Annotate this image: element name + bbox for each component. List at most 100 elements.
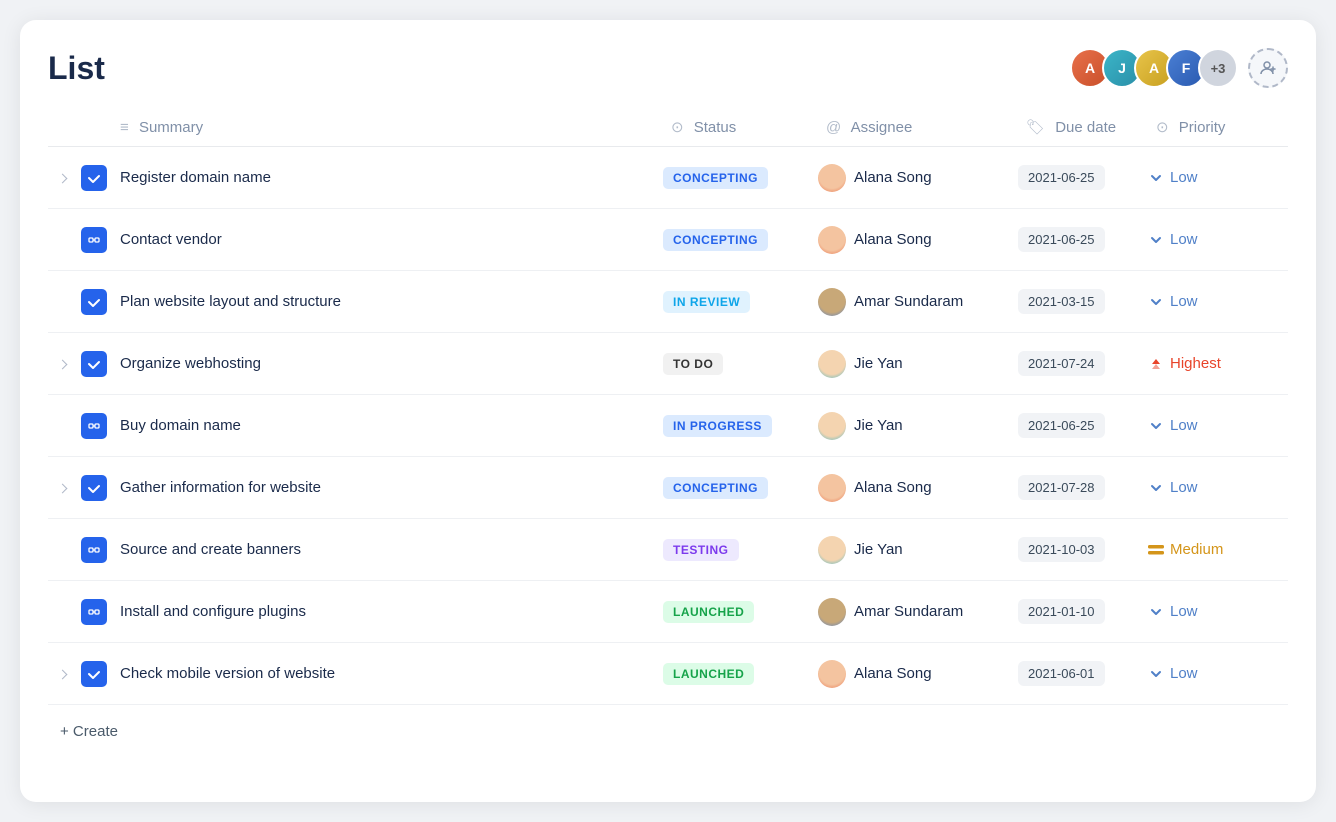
col-summary-header: ≡ Summary [112,108,663,147]
expand-arrow[interactable] [57,670,67,680]
priority-low-icon [1148,294,1164,310]
check-icon [81,351,107,377]
priority-text: Low [1170,169,1198,186]
avatar-more[interactable]: +3 [1198,48,1238,88]
assignee-avatar [818,164,846,192]
assignee-avatar [818,598,846,626]
duedate-badge: 2021-06-25 [1018,413,1105,438]
task-table: ≡ Summary ⊙ Status @ Assignee 🏷 Due date… [48,108,1288,705]
expand-cell [48,581,76,643]
status-cell: TESTING [663,519,818,581]
status-badge: IN REVIEW [663,291,750,313]
status-badge: CONCEPTING [663,229,768,251]
table-row[interactable]: Gather information for websiteCONCEPTING… [48,457,1288,519]
status-cell: CONCEPTING [663,209,818,271]
status-label: Status [694,119,737,136]
check-icon [81,289,107,315]
status-cell: IN PROGRESS [663,395,818,457]
link-icon [81,227,107,253]
link-icon [81,537,107,563]
priority-cell: Low [1148,271,1288,333]
priority-cell: Low [1148,147,1288,209]
task-type-cell [76,147,112,209]
duedate-cell: 2021-06-25 [1018,209,1148,271]
task-type-cell [76,581,112,643]
priority-cell: Low [1148,209,1288,271]
priority-low-icon [1148,418,1164,434]
assignee-avatar [818,226,846,254]
create-label: + Create [60,723,118,740]
table-row[interactable]: Plan website layout and structureIN REVI… [48,271,1288,333]
priority-cell: Low [1148,457,1288,519]
expand-arrow[interactable] [57,484,67,494]
assignee-cell: Jie Yan [818,395,1018,457]
duedate-cell: 2021-10-03 [1018,519,1148,581]
status-badge: IN PROGRESS [663,415,772,437]
priority-text: Low [1170,479,1198,496]
duedate-badge: 2021-01-10 [1018,599,1105,624]
assignee-name: Jie Yan [854,417,903,434]
expand-cell[interactable] [48,643,76,705]
assignee-content: Amar Sundaram [818,598,1018,626]
priority-content: Low [1148,293,1288,310]
expand-arrow[interactable] [57,360,67,370]
duedate-badge: 2021-06-25 [1018,227,1105,252]
summary-cell: Buy domain name [112,395,663,457]
status-cell: TO DO [663,333,818,395]
assignee-label: Assignee [851,119,913,136]
assignee-content: Jie Yan [818,412,1018,440]
table-row[interactable]: Source and create bannersTESTING Jie Yan… [48,519,1288,581]
assignee-name: Alana Song [854,169,932,186]
priority-text: Low [1170,603,1198,620]
assignee-content: Jie Yan [818,536,1018,564]
duedate-label: Due date [1055,119,1116,136]
priority-text: Highest [1170,355,1221,372]
priority-content: Low [1148,169,1288,186]
duedate-cell: 2021-07-28 [1018,457,1148,519]
add-user-button[interactable] [1248,48,1288,88]
expand-cell[interactable] [48,457,76,519]
expand-cell[interactable] [48,333,76,395]
expand-cell[interactable] [48,147,76,209]
duedate-cell: 2021-03-15 [1018,271,1148,333]
table-row[interactable]: Register domain nameCONCEPTING Alana Son… [48,147,1288,209]
priority-text: Low [1170,231,1198,248]
assignee-name: Jie Yan [854,541,903,558]
create-button[interactable]: + Create [48,705,1288,758]
priority-cell: Low [1148,581,1288,643]
priority-text: Low [1170,665,1198,682]
priority-cell: Medium [1148,519,1288,581]
summary-cell: Organize webhosting [112,333,663,395]
summary-cell: Gather information for website [112,457,663,519]
col-duedate-header: 🏷 Due date [1018,108,1148,147]
summary-cell: Register domain name [112,147,663,209]
assignee-avatar [818,288,846,316]
summary-cell: Plan website layout and structure [112,271,663,333]
assignee-avatar [818,474,846,502]
assignee-name: Alana Song [854,665,932,682]
col-type-header [76,108,112,147]
col-status-header: ⊙ Status [663,108,818,147]
duedate-cell: 2021-06-25 [1018,147,1148,209]
task-type-cell [76,395,112,457]
priority-medium-icon [1148,545,1164,555]
table-row[interactable]: Organize webhostingTO DO Jie Yan 2021-07… [48,333,1288,395]
table-row[interactable]: Check mobile version of websiteLAUNCHED … [48,643,1288,705]
table-row[interactable]: Buy domain nameIN PROGRESS Jie Yan 2021-… [48,395,1288,457]
table-row[interactable]: Install and configure pluginsLAUNCHED Am… [48,581,1288,643]
duedate-icon: 🏷 [1026,119,1045,136]
assignee-avatar [818,536,846,564]
assignee-cell: Amar Sundaram [818,271,1018,333]
assignee-cell: Alana Song [818,147,1018,209]
assignee-cell: Amar Sundaram [818,581,1018,643]
status-cell: CONCEPTING [663,457,818,519]
status-icon: ⊙ [671,119,684,136]
priority-low-icon [1148,604,1164,620]
col-expand-header [48,108,76,147]
table-row[interactable]: Contact vendorCONCEPTING Alana Song 2021… [48,209,1288,271]
priority-low-icon [1148,666,1164,682]
expand-cell [48,395,76,457]
priority-text: Low [1170,293,1198,310]
summary-label: Summary [139,119,203,136]
expand-arrow[interactable] [57,174,67,184]
